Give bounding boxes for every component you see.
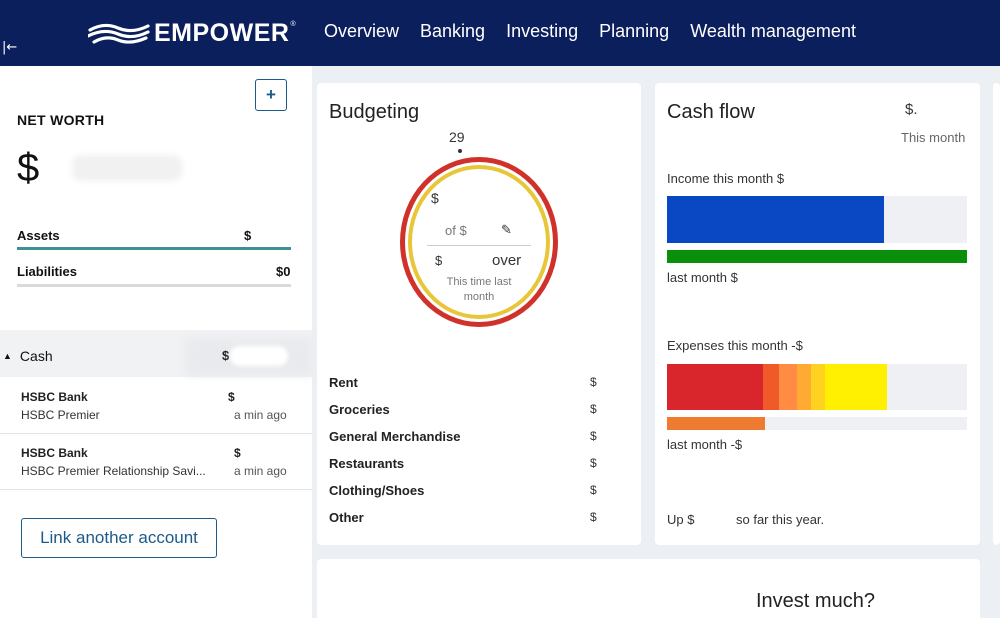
account-institution[interactable]: HSBC Bank (21, 446, 88, 460)
net-worth-symbol: $ (17, 146, 40, 190)
nav-planning[interactable]: Planning (599, 21, 669, 42)
expense-segment[interactable] (763, 364, 779, 410)
nav-banking[interactable]: Banking (420, 21, 485, 42)
budgeting-title[interactable]: Budgeting (329, 101, 419, 124)
cash-total-value: $ (222, 348, 230, 363)
income-bar[interactable] (667, 196, 884, 243)
collapse-sidebar-icon[interactable]: |← (2, 40, 17, 55)
budget-day-marker (458, 149, 462, 153)
expense-segment[interactable] (797, 364, 811, 410)
liabilities-bar (17, 284, 291, 287)
invest-card[interactable] (317, 559, 980, 618)
budget-day-number: 29 (449, 129, 465, 145)
budget-category-value: $ (590, 510, 597, 524)
redacted-cash-value (230, 346, 288, 366)
account-updated-time: a min ago (234, 464, 287, 478)
budget-delta-value: $ (435, 253, 443, 268)
assets-bar (17, 247, 291, 250)
expenses-label: Expenses this month -$ (667, 338, 803, 353)
add-account-button[interactable]: + (255, 79, 287, 111)
link-another-account-button[interactable]: Link another account (21, 518, 217, 558)
ytd-suffix: so far this year. (736, 512, 825, 527)
nav-overview[interactable]: Overview (324, 21, 399, 42)
liabilities-value: $0 (276, 264, 291, 279)
net-worth-value: $ (17, 146, 183, 191)
net-worth-label: NET WORTH (17, 112, 105, 128)
empower-wave-icon (88, 23, 150, 44)
budget-over-label: over (492, 252, 522, 269)
nav-investing[interactable]: Investing (506, 21, 578, 42)
ytd-prefix: Up $ (667, 512, 695, 527)
next-card-edge (993, 83, 1000, 545)
budget-category-label[interactable]: Clothing/Shoes (329, 483, 424, 498)
expenses-last-month-label: last month -$ (667, 437, 743, 452)
nav-wealth-management[interactable]: Wealth management (690, 21, 856, 42)
account-divider (0, 489, 312, 490)
budget-spent-value: $ (431, 190, 439, 206)
cash-flow-title[interactable]: Cash flow (667, 101, 755, 124)
account-divider (0, 433, 312, 434)
income-last-month-label: last month $ (667, 270, 738, 285)
cash-flow-card[interactable] (655, 83, 980, 545)
budget-category-label[interactable]: General Merchandise (329, 429, 461, 444)
income-last-month-bar[interactable] (667, 250, 967, 263)
trademark-mark: ® (290, 20, 296, 28)
budget-last-month-label: This time last month (446, 276, 512, 303)
expense-segment[interactable] (779, 364, 797, 410)
redacted-net-worth (72, 155, 183, 181)
budget-category-label[interactable]: Restaurants (329, 456, 404, 471)
expense-segment[interactable] (667, 364, 763, 410)
empower-logo[interactable]: EMPOWER ® (88, 17, 296, 49)
main-nav: Overview Banking Investing Planning Weal… (324, 21, 877, 42)
expenses-last-month-bar[interactable] (667, 417, 765, 430)
cash-group-label[interactable]: ▲ Cash (3, 348, 53, 364)
budget-category-value: $ (590, 429, 597, 443)
assets-label[interactable]: Assets (17, 228, 60, 243)
budget-category-value: $ (590, 483, 597, 497)
cash-flow-total: $. (905, 101, 918, 118)
budget-category-value: $ (590, 456, 597, 470)
expense-segment[interactable] (811, 364, 825, 410)
invest-title: Invest much? (756, 590, 875, 612)
top-nav-bar: |← EMPOWER ® Overview Banking Investing … (0, 0, 1000, 66)
account-name[interactable]: HSBC Premier Relationship Savi... (21, 464, 206, 478)
cash-flow-period: This month (901, 130, 966, 145)
accounts-sidebar: + NET WORTH $ Assets $ Liabilities $0 ▲ C… (0, 66, 312, 618)
budget-category-label[interactable]: Other (329, 510, 364, 525)
account-balance: $ (234, 446, 241, 460)
account-updated-time: a min ago (234, 408, 287, 422)
income-label: Income this month $ (667, 171, 785, 186)
budget-of-label: of $ (445, 223, 467, 238)
budget-category-value: $ (590, 375, 597, 389)
expense-segment[interactable] (825, 364, 887, 410)
collapse-triangle-icon[interactable]: ▲ (3, 351, 12, 361)
brand-name: EMPOWER (154, 18, 290, 47)
edit-pencil-icon[interactable]: ✎ (501, 222, 512, 238)
budget-category-label[interactable]: Groceries (329, 402, 390, 417)
budget-category-value: $ (590, 402, 597, 416)
liabilities-label[interactable]: Liabilities (17, 264, 77, 279)
budget-ring-divider (427, 245, 531, 246)
assets-value: $ (244, 228, 252, 243)
budget-category-label[interactable]: Rent (329, 375, 358, 390)
account-balance: $ (228, 390, 235, 404)
account-institution[interactable]: HSBC Bank (21, 390, 88, 404)
account-name[interactable]: HSBC Premier (21, 408, 100, 422)
